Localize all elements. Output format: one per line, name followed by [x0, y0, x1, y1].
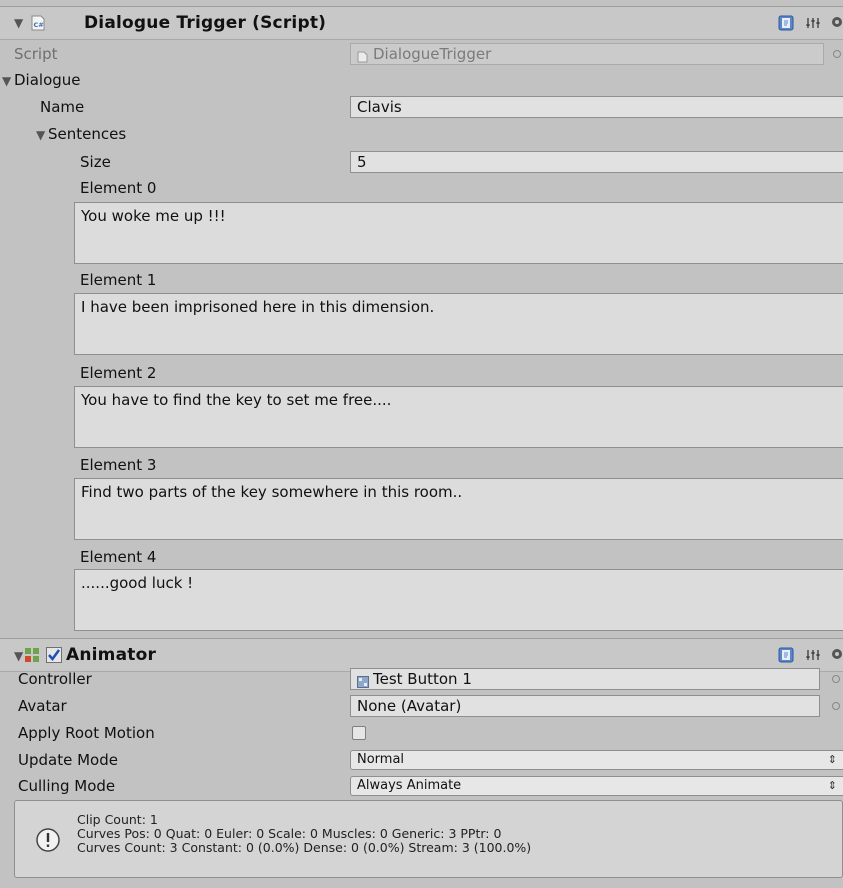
name-field[interactable]: Clavis — [350, 96, 843, 118]
element-text-area[interactable]: You have to find the key to set me free.… — [74, 386, 843, 448]
sentences-row[interactable]: ▼ Sentences — [0, 121, 843, 147]
update-mode-row: Update Mode Normal ⇕ — [0, 747, 843, 773]
culling-mode-row: Culling Mode Always Animate ⇕ — [0, 773, 843, 799]
size-field[interactable]: 5 — [350, 151, 843, 173]
script-row: Script DialogueTrigger — [0, 41, 843, 67]
dialogue-trigger-header[interactable]: ▼ C# Dialogue Trigger (Script) — [0, 6, 843, 40]
size-row: Size 5 — [0, 149, 843, 175]
controller-row: Controller Test Button 1 — [0, 666, 843, 692]
sentences-label: Sentences — [48, 125, 127, 143]
dropdown-arrows-icon: ⇕ — [827, 753, 837, 766]
animator-controller-icon — [357, 673, 369, 688]
element-label: Element 3 — [80, 456, 157, 474]
script-label: Script — [14, 45, 58, 63]
size-label: Size — [80, 153, 111, 171]
object-picker-icon[interactable] — [832, 702, 840, 710]
update-mode-value: Normal — [357, 752, 405, 767]
foldout-arrow-icon[interactable]: ▼ — [2, 74, 11, 88]
preset-settings-icon[interactable] — [805, 647, 821, 667]
element-text-area[interactable]: You woke me up !!! — [74, 202, 843, 264]
dropdown-arrows-icon: ⇕ — [827, 779, 837, 792]
apply-root-motion-label: Apply Root Motion — [18, 724, 155, 742]
element-label: Element 0 — [80, 179, 157, 197]
script-value: DialogueTrigger — [373, 45, 492, 63]
info-line: Curves Count: 3 Constant: 0 (0.0%) Dense… — [77, 840, 532, 855]
update-mode-label: Update Mode — [18, 751, 118, 769]
csharp-script-icon: C# — [30, 15, 46, 31]
inspector-panel: ▼ C# Dialogue Trigger (Script) Script Di… — [0, 0, 843, 888]
apply-root-motion-checkbox[interactable] — [352, 726, 366, 740]
dialogue-label: Dialogue — [14, 71, 81, 89]
animator-info-box: Clip Count: 1 Curves Pos: 0 Quat: 0 Eule… — [14, 800, 843, 878]
info-line: Curves Pos: 0 Quat: 0 Euler: 0 Scale: 0 … — [77, 826, 502, 841]
foldout-arrow-icon[interactable]: ▼ — [14, 649, 23, 663]
gear-icon[interactable] — [829, 646, 843, 666]
book-help-icon[interactable] — [778, 647, 794, 667]
object-picker-icon[interactable] — [832, 675, 840, 683]
foldout-arrow-icon[interactable]: ▼ — [14, 16, 23, 30]
script-file-icon — [357, 48, 368, 63]
apply-root-motion-row: Apply Root Motion — [0, 720, 843, 746]
avatar-label: Avatar — [18, 697, 67, 715]
element-text-area[interactable]: I have been imprisoned here in this dime… — [74, 293, 843, 355]
element-label: Element 2 — [80, 364, 157, 382]
controller-label: Controller — [18, 670, 92, 688]
preset-settings-icon[interactable] — [805, 15, 821, 35]
element-text-area[interactable]: Find two parts of the key somewhere in t… — [74, 478, 843, 540]
avatar-row: Avatar None (Avatar) — [0, 693, 843, 719]
culling-mode-dropdown[interactable]: Always Animate ⇕ — [350, 776, 843, 796]
culling-mode-value: Always Animate — [357, 778, 462, 793]
info-line: Clip Count: 1 — [77, 812, 158, 827]
object-picker-icon[interactable] — [833, 50, 841, 58]
book-help-icon[interactable] — [778, 15, 794, 35]
element-label: Element 4 — [80, 548, 157, 566]
component-title: Animator — [66, 645, 157, 665]
exclamation-info-icon — [35, 827, 61, 853]
enabled-checkbox[interactable] — [46, 647, 62, 663]
element-text-area[interactable]: ......good luck ! — [74, 569, 843, 631]
culling-mode-label: Culling Mode — [18, 777, 116, 795]
component-title: Dialogue Trigger (Script) — [84, 13, 327, 33]
name-row: Name Clavis — [0, 94, 843, 120]
foldout-arrow-icon[interactable]: ▼ — [36, 128, 45, 142]
avatar-field[interactable]: None (Avatar) — [350, 695, 820, 717]
update-mode-dropdown[interactable]: Normal ⇕ — [350, 750, 843, 770]
dialogue-row[interactable]: ▼ Dialogue — [0, 67, 843, 93]
animator-icon — [24, 647, 40, 663]
svg-text:C#: C# — [34, 21, 44, 29]
name-label: Name — [40, 98, 85, 116]
controller-value: Test Button 1 — [373, 670, 472, 688]
element-label: Element 1 — [80, 271, 157, 289]
controller-field[interactable]: Test Button 1 — [350, 668, 820, 690]
gear-icon[interactable] — [829, 14, 843, 34]
script-field[interactable]: DialogueTrigger — [350, 43, 824, 65]
